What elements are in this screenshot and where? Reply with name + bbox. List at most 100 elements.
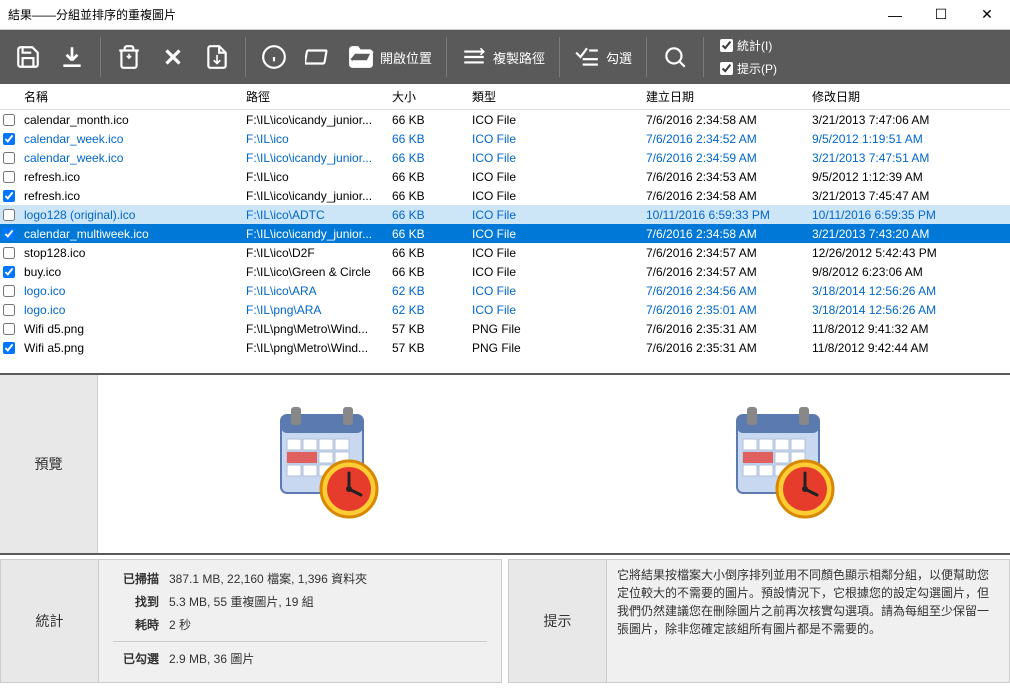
- col-path[interactable]: 路徑: [240, 84, 386, 109]
- hint-panel: 提示 它將結果按檔案大小倒序排列並用不同顏色顯示相鄰分組，以便幫助您定位較大的不…: [508, 559, 1010, 683]
- cell-size: 66 KB: [386, 113, 466, 127]
- row-checkbox[interactable]: [3, 323, 15, 335]
- row-checkbox[interactable]: [3, 171, 15, 183]
- info-button[interactable]: [254, 37, 294, 77]
- cell-modified: 3/21/2013 7:47:51 AM: [806, 151, 966, 165]
- option-hint[interactable]: 提示(P): [720, 60, 777, 77]
- close-button[interactable]: ✕: [964, 0, 1010, 30]
- cell-created: 7/6/2016 2:35:31 AM: [640, 322, 806, 336]
- row-checkbox[interactable]: [3, 152, 15, 164]
- table-row[interactable]: refresh.icoF:\IL\ico\icandy_junior...66 …: [0, 186, 1010, 205]
- cell-modified: 9/5/2012 1:12:39 AM: [806, 170, 966, 184]
- window-title: 結果——分組並排序的重複圖片: [8, 6, 872, 23]
- cell-created: 7/6/2016 2:34:58 AM: [640, 113, 806, 127]
- cell-created: 7/6/2016 2:34:59 AM: [640, 151, 806, 165]
- table-row[interactable]: Wifi a5.pngF:\IL\png\Metro\Wind...57 KBP…: [0, 338, 1010, 357]
- row-checkbox[interactable]: [3, 228, 15, 240]
- row-checkbox[interactable]: [3, 133, 15, 145]
- cell-type: ICO File: [466, 170, 640, 184]
- cell-modified: 3/21/2013 7:45:47 AM: [806, 189, 966, 203]
- cell-modified: 9/5/2012 1:19:51 AM: [806, 132, 966, 146]
- hint-label: 提示: [509, 560, 607, 682]
- col-name[interactable]: 名稱: [18, 84, 240, 109]
- cell-size: 62 KB: [386, 303, 466, 317]
- check-button[interactable]: 勾選: [568, 37, 638, 77]
- preview-image-right: [717, 399, 847, 529]
- cell-created: 7/6/2016 2:34:53 AM: [640, 170, 806, 184]
- row-checkbox[interactable]: [3, 266, 15, 278]
- table-row[interactable]: calendar_week.icoF:\IL\ico66 KBICO File7…: [0, 129, 1010, 148]
- table-row[interactable]: logo.icoF:\IL\ico\ARA62 KBICO File7/6/20…: [0, 281, 1010, 300]
- cell-path: F:\IL\png\Metro\Wind...: [240, 341, 386, 355]
- table-row[interactable]: calendar_month.icoF:\IL\ico\icandy_junio…: [0, 110, 1010, 129]
- cell-size: 57 KB: [386, 322, 466, 336]
- cell-path: F:\IL\ico\icandy_junior...: [240, 227, 386, 241]
- cell-created: 7/6/2016 2:34:58 AM: [640, 227, 806, 241]
- cell-modified: 3/21/2013 7:47:06 AM: [806, 113, 966, 127]
- col-modified[interactable]: 修改日期: [806, 84, 966, 109]
- col-size[interactable]: 大小: [386, 84, 466, 109]
- row-checkbox[interactable]: [3, 114, 15, 126]
- rename-button[interactable]: [298, 37, 338, 77]
- table-row[interactable]: calendar_multiweek.icoF:\IL\ico\icandy_j…: [0, 224, 1010, 243]
- cell-type: PNG File: [466, 341, 640, 355]
- results-list[interactable]: 名稱 路徑 大小 類型 建立日期 修改日期 calendar_month.ico…: [0, 84, 1010, 375]
- table-row[interactable]: buy.icoF:\IL\ico\Green & Circle66 KBICO …: [0, 262, 1010, 281]
- option-stats-checkbox[interactable]: [720, 39, 733, 52]
- cell-size: 66 KB: [386, 246, 466, 260]
- option-stats[interactable]: 統計(I): [720, 37, 777, 54]
- minimize-button[interactable]: —: [872, 0, 918, 30]
- cell-path: F:\IL\ico\D2F: [240, 246, 386, 260]
- move-button[interactable]: [197, 37, 237, 77]
- open-location-label: 開啟位置: [380, 48, 432, 67]
- cell-path: F:\IL\ico\icandy_junior...: [240, 151, 386, 165]
- cell-created: 7/6/2016 2:35:01 AM: [640, 303, 806, 317]
- stats-label: 統計: [1, 560, 99, 682]
- cell-path: F:\IL\ico\Green & Circle: [240, 265, 386, 279]
- cell-path: F:\IL\ico\ADTC: [240, 208, 386, 222]
- cell-modified: 12/26/2012 5:42:43 PM: [806, 246, 966, 260]
- row-checkbox[interactable]: [3, 342, 15, 354]
- maximize-button[interactable]: ☐: [918, 0, 964, 30]
- list-header: 名稱 路徑 大小 類型 建立日期 修改日期: [0, 84, 1010, 110]
- copy-path-label: 複製路徑: [493, 48, 545, 67]
- table-row[interactable]: logo128 (original).icoF:\IL\ico\ADTC66 K…: [0, 205, 1010, 224]
- search-button[interactable]: [655, 37, 695, 77]
- table-row[interactable]: refresh.icoF:\IL\ico66 KBICO File7/6/201…: [0, 167, 1010, 186]
- row-checkbox[interactable]: [3, 304, 15, 316]
- cell-path: F:\IL\ico: [240, 132, 386, 146]
- cell-modified: 11/8/2012 9:42:44 AM: [806, 341, 966, 355]
- cell-type: ICO File: [466, 284, 640, 298]
- option-hint-checkbox[interactable]: [720, 62, 733, 75]
- toolbar: 開啟位置 複製路徑 勾選 統計(I) 提示(P): [0, 30, 1010, 84]
- row-checkbox[interactable]: [3, 209, 15, 221]
- save-button[interactable]: [8, 37, 48, 77]
- cell-type: ICO File: [466, 227, 640, 241]
- cell-created: 10/11/2016 6:59:33 PM: [640, 208, 806, 222]
- cell-created: 7/6/2016 2:34:58 AM: [640, 189, 806, 203]
- open-location-button[interactable]: 開啟位置: [342, 37, 438, 77]
- cell-name: logo.ico: [18, 303, 240, 317]
- separator: [100, 37, 101, 77]
- cell-created: 7/6/2016 2:34:57 AM: [640, 265, 806, 279]
- download-button[interactable]: [52, 37, 92, 77]
- table-row[interactable]: stop128.icoF:\IL\ico\D2F66 KBICO File7/6…: [0, 243, 1010, 262]
- row-checkbox[interactable]: [3, 285, 15, 297]
- check-label: 勾選: [606, 48, 632, 67]
- row-checkbox[interactable]: [3, 190, 15, 202]
- cell-size: 66 KB: [386, 170, 466, 184]
- recycle-button[interactable]: [109, 37, 149, 77]
- table-row[interactable]: Wifi d5.pngF:\IL\png\Metro\Wind...57 KBP…: [0, 319, 1010, 338]
- separator: [703, 37, 704, 77]
- table-row[interactable]: calendar_week.icoF:\IL\ico\icandy_junior…: [0, 148, 1010, 167]
- delete-button[interactable]: [153, 37, 193, 77]
- cell-created: 7/6/2016 2:35:31 AM: [640, 341, 806, 355]
- table-row[interactable]: logo.icoF:\IL\png\ARA62 KBICO File7/6/20…: [0, 300, 1010, 319]
- col-created[interactable]: 建立日期: [640, 84, 806, 109]
- col-type[interactable]: 類型: [466, 84, 640, 109]
- copy-path-button[interactable]: 複製路徑: [455, 37, 551, 77]
- cell-type: ICO File: [466, 208, 640, 222]
- cell-type: PNG File: [466, 322, 640, 336]
- row-checkbox[interactable]: [3, 247, 15, 259]
- stats-panel: 統計 已掃描387.1 MB, 22,160 檔案, 1,396 資料夾 找到5…: [0, 559, 502, 683]
